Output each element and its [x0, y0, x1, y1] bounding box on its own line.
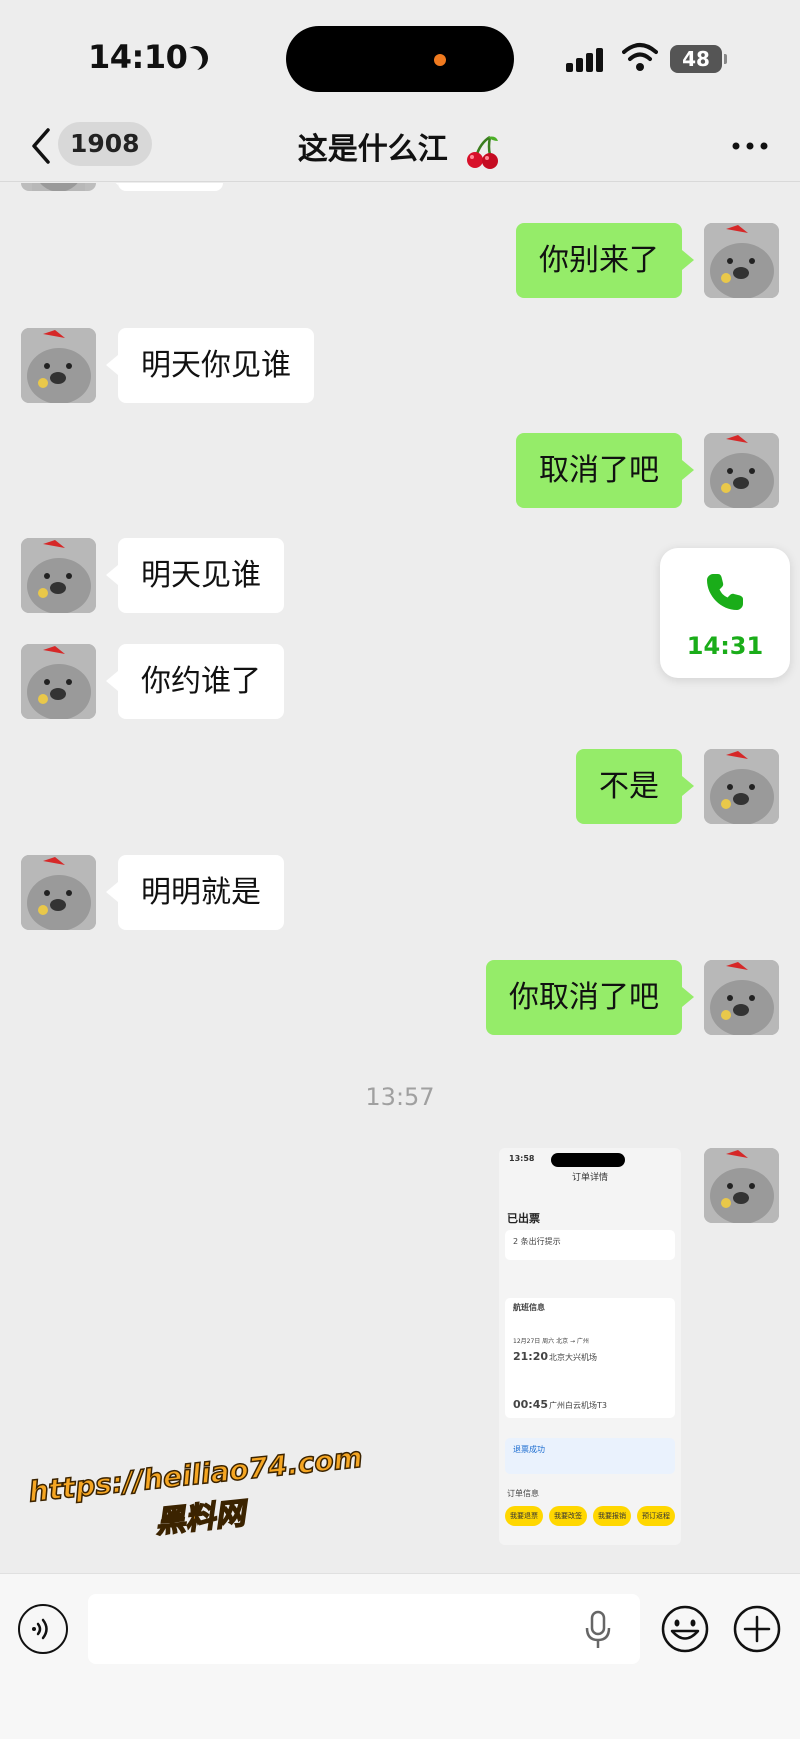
- floating-call-window[interactable]: 14:31: [660, 548, 790, 678]
- cat-face-icon: [704, 223, 779, 298]
- cat-face-icon: [21, 855, 96, 930]
- call-duration: 14:31: [686, 632, 764, 660]
- dynamic-island: [286, 26, 514, 92]
- chat-title: 这是什么江: [0, 124, 800, 171]
- self-avatar[interactable]: [704, 433, 779, 508]
- cat-face-icon: [32, 183, 85, 191]
- self-avatar[interactable]: [704, 223, 779, 298]
- cat-face-icon: [704, 749, 779, 824]
- screenshot-image-message[interactable]: 13:58 订单详情 已出票 2 条出行提示 航班信息 12月27日 周六 北京…: [499, 1148, 681, 1545]
- received-message-bubble[interactable]: 明天你见谁: [106, 328, 314, 403]
- thumb-section-title: 航班信息: [513, 1303, 545, 1312]
- thumb-depart-airport: 北京大兴机场: [549, 1353, 597, 1362]
- contact-avatar[interactable]: [21, 328, 96, 403]
- message-timestamp: 13:57: [365, 1083, 435, 1111]
- self-avatar[interactable]: [704, 1148, 779, 1223]
- thumb-refund-card: 退票成功: [505, 1438, 675, 1474]
- contact-avatar[interactable]: [21, 644, 96, 719]
- emoji-icon[interactable]: [660, 1604, 710, 1654]
- cherry-icon: [467, 135, 499, 169]
- signal-icon: [566, 46, 610, 72]
- sent-message-bubble[interactable]: 你取消了吧: [486, 960, 694, 1035]
- status-time: 14:10: [88, 38, 188, 76]
- more-icon[interactable]: [730, 132, 770, 160]
- thumb-button: 我要报销: [593, 1506, 631, 1526]
- thumb-arrive-airport: 广州白云机场T3: [549, 1401, 607, 1410]
- thumb-ticket-status: 已出票: [507, 1212, 540, 1225]
- self-avatar[interactable]: [704, 960, 779, 1035]
- chat-title-text: 这是什么江: [297, 132, 448, 167]
- voice-icon[interactable]: [18, 1604, 68, 1654]
- thumb-status-time: 13:58: [509, 1154, 535, 1163]
- cat-face-icon: [21, 644, 96, 719]
- cat-face-icon: [21, 538, 96, 613]
- received-message-bubble[interactable]: 明明就是: [106, 855, 284, 930]
- privacy-dot-icon: [434, 54, 446, 66]
- contact-avatar[interactable]: [21, 855, 96, 930]
- nav-bar: 1908 这是什么江: [0, 110, 800, 182]
- wifi-icon: [622, 43, 658, 71]
- contact-avatar[interactable]: [21, 183, 96, 191]
- thumb-flight-card: 航班信息 12月27日 周六 北京 → 广州 21:20 北京大兴机场 00:4…: [505, 1298, 675, 1418]
- thumb-header: 订单详情: [571, 1173, 608, 1183]
- thumb-depart-time: 21:20: [513, 1350, 549, 1363]
- thumb-button: 预订返程: [637, 1506, 675, 1526]
- self-avatar[interactable]: [704, 749, 779, 824]
- cat-face-icon: [21, 328, 96, 403]
- thumb-arrive-time: 00:45: [513, 1398, 549, 1411]
- partial-message-bubble[interactable]: [106, 183, 223, 191]
- thumb-date-route: 12月27日 周六 北京 → 广州: [513, 1338, 589, 1345]
- cat-face-icon: [704, 1148, 779, 1223]
- cat-face-icon: [704, 960, 779, 1035]
- input-bar: [0, 1573, 800, 1739]
- chat-area[interactable]: 你别来了 明天你见谁 取消了吧 明天见谁 你约谁了 不是 明明就是 你取消了吧 …: [0, 183, 800, 1573]
- thumb-reminder: 2 条出行提示: [513, 1237, 561, 1246]
- phone-icon: [707, 574, 743, 610]
- sent-message-bubble[interactable]: 取消了吧: [516, 433, 694, 508]
- thumb-dynamic-island: [551, 1153, 625, 1167]
- mic-icon[interactable]: [584, 1610, 612, 1650]
- sent-message-bubble[interactable]: 不是: [576, 749, 694, 824]
- cat-face-icon: [704, 433, 779, 508]
- thumb-button: 我要退票: [505, 1506, 543, 1526]
- thumb-order-section: 订单信息: [507, 1489, 539, 1498]
- plus-icon[interactable]: [732, 1604, 782, 1654]
- status-bar: 14:10 48: [0, 0, 800, 110]
- thumb-button: 我要改签: [549, 1506, 587, 1526]
- thumb-refund-result: 退票成功: [513, 1445, 545, 1454]
- sent-message-bubble[interactable]: 你别来了: [516, 223, 694, 298]
- contact-avatar[interactable]: [21, 538, 96, 613]
- message-input[interactable]: [88, 1594, 640, 1664]
- received-message-bubble[interactable]: 你约谁了: [106, 644, 284, 719]
- battery-icon: 48: [670, 45, 727, 73]
- received-message-bubble[interactable]: 明天见谁: [106, 538, 284, 613]
- thumb-reminder-card: 2 条出行提示: [505, 1230, 675, 1260]
